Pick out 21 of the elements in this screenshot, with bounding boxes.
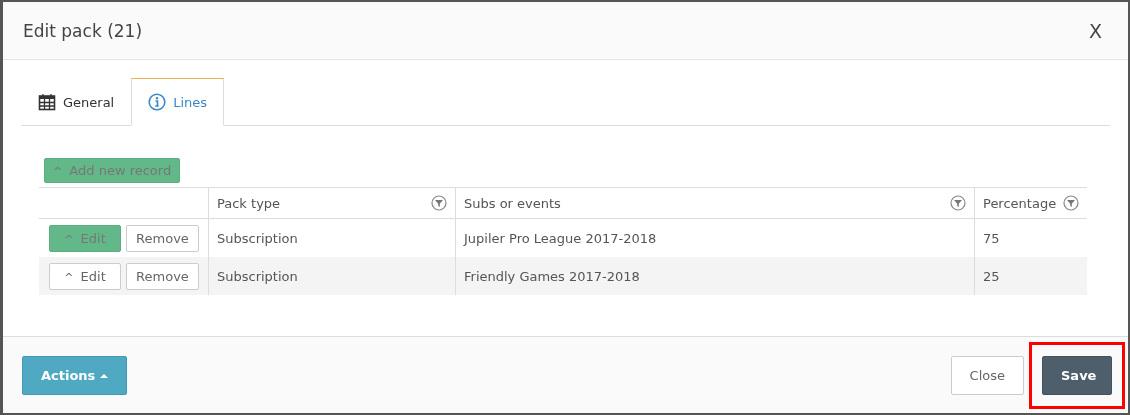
edit-button[interactable]: ^ Edit — [49, 262, 121, 290]
table-cell: 25 — [974, 257, 1087, 295]
tab[interactable]: Lines — [131, 78, 225, 126]
calendar-icon — [38, 93, 56, 111]
filter-icon[interactable] — [1063, 195, 1079, 211]
table-cell: Friendly Games 2017-2018 — [455, 257, 975, 295]
close-button[interactable]: X — [1082, 18, 1108, 43]
column-header: Pack type — [217, 195, 281, 211]
tab[interactable]: General — [21, 78, 132, 126]
caret-icon — [100, 372, 109, 378]
info-icon — [148, 93, 167, 111]
remove-button[interactable]: Remove — [126, 262, 199, 290]
close-button[interactable]: Close — [950, 355, 1024, 395]
save-button[interactable]: Save — [1042, 355, 1112, 395]
remove-button[interactable]: Remove — [126, 224, 199, 252]
filter-icon[interactable] — [431, 195, 447, 211]
column-header: Subs or events — [464, 195, 561, 211]
table-cell: Subscription — [208, 257, 456, 295]
filter-icon[interactable] — [950, 195, 966, 211]
column-header: Percentage — [983, 195, 1057, 211]
window-title: Edit pack (21) — [23, 20, 143, 41]
